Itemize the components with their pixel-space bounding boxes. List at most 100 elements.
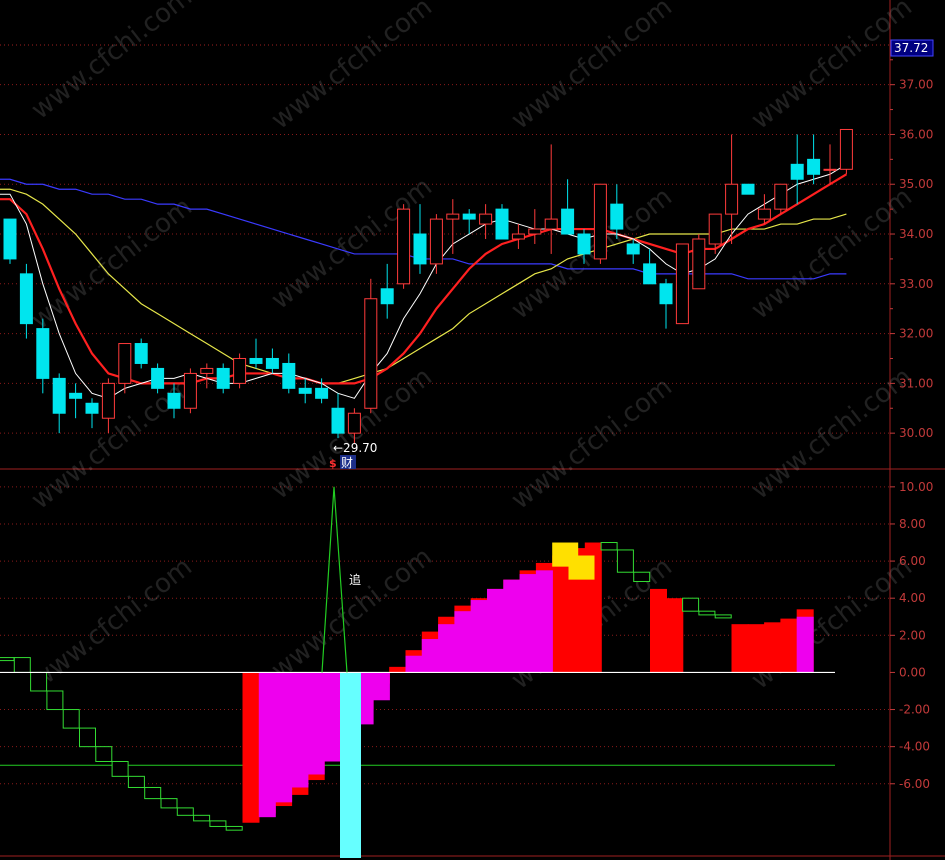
hollow-bar: [616, 549, 634, 573]
magenta-bar: [307, 672, 325, 775]
candle: [774, 183, 788, 215]
candle-body: [479, 213, 493, 225]
hollow-bar: [127, 775, 145, 788]
candle-body: [643, 263, 657, 285]
candle-body: [593, 183, 607, 260]
candle-body: [757, 208, 771, 220]
hollow-bar: [633, 571, 651, 582]
candle-body: [19, 273, 33, 325]
watermark-mark: www.cfchi.com: [26, 192, 198, 336]
candle-body: [823, 168, 837, 171]
candle-body: [265, 357, 279, 369]
candle-body: [249, 357, 263, 364]
price-tick-label: 30.00: [899, 426, 933, 440]
hollow-bar: [176, 807, 194, 816]
candle-body: [446, 213, 460, 220]
candle: [118, 343, 132, 394]
magenta-bar: [372, 672, 390, 701]
candle-body: [774, 183, 788, 210]
candle-body: [561, 208, 575, 235]
candle: [807, 134, 821, 185]
candle: [725, 134, 739, 244]
candle-body: [725, 183, 739, 215]
candle-body: [397, 208, 411, 285]
price-tick-label: 37.00: [899, 78, 933, 92]
candle: [692, 234, 706, 290]
watermark-mark: www.cfchi.com: [746, 0, 918, 136]
candle-body: [462, 213, 476, 220]
candle-body: [528, 228, 542, 235]
candles: [3, 128, 853, 444]
candle: [757, 194, 771, 225]
candle-body: [741, 183, 755, 195]
price-tick-label: 31.00: [899, 376, 933, 390]
hollow-bar: [111, 761, 129, 777]
hollow-bar: [714, 614, 732, 619]
magenta-bar: [503, 579, 521, 673]
price-tick-label: 34.00: [899, 227, 933, 241]
watermark-mark: www.cfchi.com: [26, 552, 198, 696]
candle: [544, 144, 558, 254]
red-bar: [242, 672, 260, 823]
red-bar: [780, 618, 798, 673]
yellow-bar: [568, 555, 595, 580]
hollow-bar: [600, 542, 618, 551]
candle: [643, 248, 657, 285]
watermark-mark: www.cfchi.com: [506, 372, 678, 516]
candle-body: [544, 218, 558, 230]
candle-body: [807, 158, 821, 175]
candle-body: [659, 283, 673, 305]
candle: [249, 338, 263, 369]
indicator-tick-label: 2.00: [899, 628, 926, 642]
watermark-mark: www.cfchi.com: [266, 172, 438, 316]
magenta-bar: [405, 655, 423, 673]
hollow-bar: [46, 690, 64, 711]
candle-body: [134, 343, 148, 364]
candle: [397, 204, 411, 289]
hollow-bar: [0, 657, 15, 662]
candle-body: [233, 357, 247, 384]
candle: [839, 128, 853, 175]
red-bar: [389, 666, 407, 673]
watermark-mark: www.cfchi.com: [506, 182, 678, 326]
stock-chart: www.cfchi.com www.cfchi.com www.cfchi.com w…: [0, 0, 945, 860]
candle-body: [610, 203, 624, 230]
indicator-tick-label: -2.00: [899, 703, 930, 717]
indicator-tick-label: 0.00: [899, 665, 926, 679]
magenta-bar: [258, 672, 276, 818]
magenta-bar: [487, 588, 504, 673]
candle: [151, 363, 165, 394]
magenta-bar: [535, 570, 553, 673]
hollow-bar: [682, 597, 700, 612]
candle: [380, 263, 394, 319]
candle-body: [36, 328, 50, 379]
candle-body: [692, 238, 706, 290]
candle-body: [790, 163, 804, 180]
candle: [823, 144, 837, 185]
candle: [495, 204, 509, 240]
hollow-bar: [225, 825, 243, 831]
watermark-mark: www.cfchi.com: [506, 0, 678, 136]
candle: [85, 398, 99, 429]
candle-body: [52, 377, 66, 414]
candle: [19, 263, 33, 339]
candle: [3, 218, 17, 264]
hollow-bar: [193, 814, 211, 822]
magenta-bar: [324, 672, 341, 762]
candle: [52, 373, 66, 434]
candle-body: [3, 218, 17, 260]
price-tick-label: 35.00: [899, 177, 933, 191]
red-bar: [747, 624, 765, 673]
candle: [462, 209, 476, 235]
hollow-bar: [144, 786, 162, 800]
magenta-bar: [291, 672, 309, 788]
event-marker-label[interactable]: 财: [341, 456, 353, 470]
candle-body: [413, 233, 427, 265]
candle-body: [331, 407, 345, 434]
candle: [561, 179, 575, 235]
candle: [265, 348, 279, 374]
indicator-tick-label: -6.00: [899, 777, 930, 791]
price-tick-label: 33.00: [899, 277, 933, 291]
candle: [331, 393, 345, 439]
candle: [659, 278, 673, 329]
